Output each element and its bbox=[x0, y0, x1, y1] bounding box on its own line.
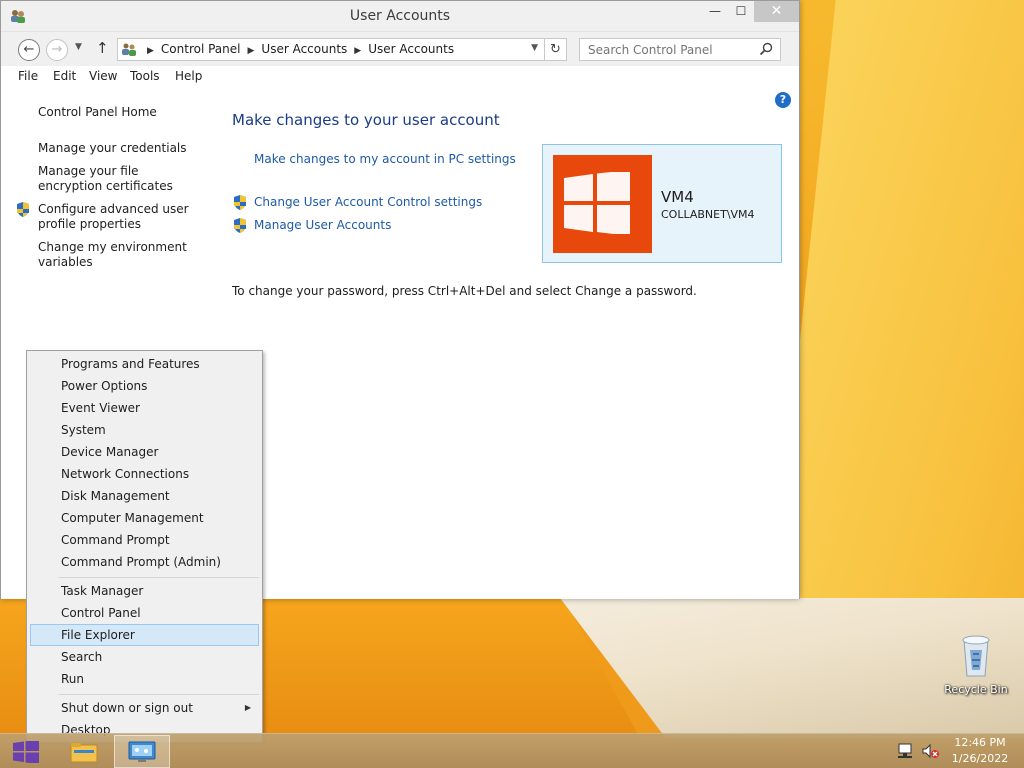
breadcrumb-control-panel[interactable]: Control Panel bbox=[161, 42, 241, 56]
uac-settings-link[interactable]: Change User Account Control settings bbox=[254, 195, 482, 209]
clock-date: 1/26/2022 bbox=[951, 752, 1009, 765]
recycle-bin-shortcut[interactable]: Recycle Bin bbox=[940, 630, 1012, 696]
avatar bbox=[553, 155, 652, 253]
clock-time: 12:46 PM bbox=[954, 736, 1006, 749]
folder-icon bbox=[70, 743, 98, 763]
user-domain: COLLABNET\VM4 bbox=[661, 208, 755, 221]
breadcrumb-separator-icon[interactable]: ▶ bbox=[248, 46, 255, 56]
menu-item-control-panel[interactable]: Control Panel bbox=[30, 602, 259, 624]
address-row: ← → ▼ ↑ ▶ Control Panel ▶ User Accounts ▶ Use… bbox=[1, 32, 799, 66]
control-panel-icon bbox=[128, 741, 156, 762]
forward-button[interactable]: → bbox=[46, 39, 68, 61]
menu-item-power-options[interactable]: Power Options bbox=[30, 375, 259, 397]
pc-settings-link[interactable]: Make changes to my account in PC setting… bbox=[254, 152, 516, 166]
menu-file[interactable]: File bbox=[18, 69, 38, 83]
sidebar-item-control-panel-home[interactable]: Control Panel Home bbox=[38, 105, 208, 120]
address-bar[interactable]: ▶ Control Panel ▶ User Accounts ▶ User Accoun… bbox=[117, 38, 545, 61]
menu-item-device-manager[interactable]: Device Manager bbox=[30, 441, 259, 463]
taskbar-file-explorer[interactable] bbox=[56, 735, 112, 768]
breadcrumb-user-accounts-current[interactable]: User Accounts bbox=[368, 42, 454, 56]
menu-item-task-manager[interactable]: Task Manager bbox=[30, 580, 259, 602]
back-button[interactable]: ← bbox=[18, 39, 40, 61]
menu-item-event-viewer[interactable]: Event Viewer bbox=[30, 397, 259, 419]
system-clock[interactable]: 12:46 PM 1/26/2022 bbox=[945, 735, 1015, 767]
close-button[interactable]: ✕ bbox=[754, 1, 799, 22]
menu-item-shut-down[interactable]: Shut down or sign out ▶ bbox=[30, 697, 259, 719]
chevron-down-icon[interactable]: ▼ bbox=[531, 43, 538, 53]
menu-item-disk-management[interactable]: Disk Management bbox=[30, 485, 259, 507]
chevron-right-icon: ▶ bbox=[244, 703, 251, 712]
menu-item-programs-features[interactable]: Programs and Features bbox=[30, 353, 259, 375]
recycle-bin-label: Recycle Bin bbox=[944, 683, 1008, 696]
sidebar-item-environment-variables[interactable]: Change my environment variables bbox=[38, 240, 198, 270]
user-account-card: VM4 COLLABNET\VM4 bbox=[542, 144, 782, 263]
recent-locations-dropdown[interactable]: ▼ bbox=[75, 42, 82, 52]
menu-item-network-connections[interactable]: Network Connections bbox=[30, 463, 259, 485]
search-box[interactable] bbox=[579, 38, 781, 61]
control-panel-icon bbox=[122, 43, 136, 56]
menu-edit[interactable]: Edit bbox=[53, 69, 76, 83]
menu-item-computer-management[interactable]: Computer Management bbox=[30, 507, 259, 529]
user-name: VM4 bbox=[661, 188, 694, 206]
network-icon[interactable] bbox=[897, 743, 915, 759]
uac-shield-icon bbox=[234, 195, 246, 210]
menu-item-system[interactable]: System bbox=[30, 419, 259, 441]
menu-divider bbox=[59, 694, 259, 695]
search-input[interactable] bbox=[580, 39, 756, 60]
menu-view[interactable]: View bbox=[89, 69, 117, 83]
menu-item-shut-down-label: Shut down or sign out bbox=[61, 701, 193, 715]
sidebar-item-advanced-profile[interactable]: Configure advanced user profile properti… bbox=[38, 202, 198, 232]
refresh-icon: ↻ bbox=[550, 42, 561, 57]
page-title: Make changes to your user account bbox=[232, 111, 500, 129]
menu-divider bbox=[59, 577, 259, 578]
manage-user-accounts-link[interactable]: Manage User Accounts bbox=[254, 218, 391, 232]
taskbar-control-panel[interactable] bbox=[114, 735, 170, 768]
sidebar-item-file-encryption[interactable]: Manage your file encryption certificates bbox=[38, 164, 203, 194]
menu-tools[interactable]: Tools bbox=[130, 69, 160, 83]
menu-item-search[interactable]: Search bbox=[30, 646, 259, 668]
start-button[interactable] bbox=[0, 734, 52, 768]
refresh-button[interactable]: ↻ bbox=[544, 38, 567, 61]
menu-item-file-explorer[interactable]: File Explorer bbox=[30, 624, 259, 646]
arrow-right-icon: → bbox=[51, 42, 63, 57]
menu-bar: File Edit View Tools Help bbox=[1, 66, 799, 88]
search-icon[interactable] bbox=[759, 42, 773, 56]
sidebar-item-manage-credentials[interactable]: Manage your credentials bbox=[38, 141, 208, 156]
help-icon[interactable]: ? bbox=[775, 92, 791, 108]
maximize-button[interactable]: ☐ bbox=[728, 1, 754, 22]
up-button[interactable]: ↑ bbox=[96, 39, 109, 57]
window-title: User Accounts bbox=[349, 8, 451, 24]
title-bar[interactable]: User Accounts — ☐ ✕ bbox=[1, 1, 799, 32]
uac-shield-icon bbox=[17, 202, 29, 217]
recycle-bin-icon bbox=[962, 635, 990, 677]
menu-item-command-prompt-admin[interactable]: Command Prompt (Admin) bbox=[30, 551, 259, 573]
windows-logo-icon bbox=[13, 741, 39, 763]
windows-logo-icon bbox=[564, 172, 630, 234]
volume-muted-icon[interactable] bbox=[921, 743, 939, 759]
menu-item-command-prompt[interactable]: Command Prompt bbox=[30, 529, 259, 551]
breadcrumb-separator-icon: ▶ bbox=[147, 46, 154, 56]
arrow-up-icon: ↑ bbox=[96, 39, 109, 57]
password-note: To change your password, press Ctrl+Alt+… bbox=[232, 284, 697, 298]
uac-shield-icon bbox=[234, 218, 246, 233]
breadcrumb: ▶ Control Panel ▶ User Accounts ▶ User Accoun… bbox=[140, 42, 454, 56]
menu-item-run[interactable]: Run bbox=[30, 668, 259, 690]
taskbar: 12:46 PM 1/26/2022 bbox=[0, 733, 1024, 768]
power-user-menu: Programs and Features Power Options Even… bbox=[26, 350, 263, 743]
menu-help[interactable]: Help bbox=[175, 69, 202, 83]
breadcrumb-user-accounts[interactable]: User Accounts bbox=[261, 42, 347, 56]
arrow-left-icon: ← bbox=[23, 42, 35, 57]
breadcrumb-separator-icon[interactable]: ▶ bbox=[354, 46, 361, 56]
minimize-button[interactable]: — bbox=[702, 1, 728, 22]
